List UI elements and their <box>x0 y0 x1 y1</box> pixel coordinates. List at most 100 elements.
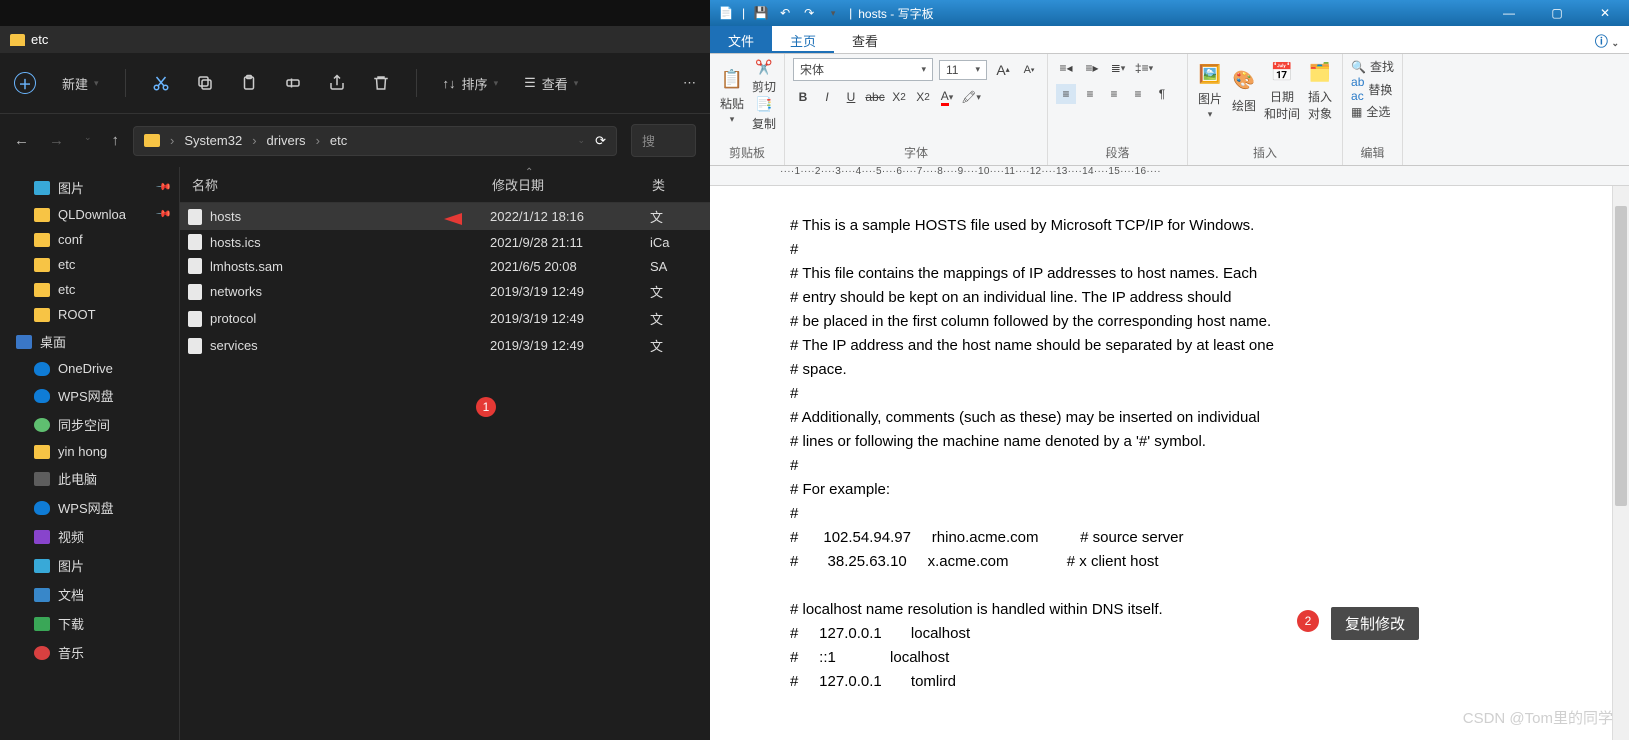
sidebar-item[interactable]: 视频 <box>0 522 179 551</box>
cut-button[interactable]: ✂️剪切 <box>752 58 776 95</box>
delete-button[interactable] <box>372 74 390 92</box>
insert-image-button[interactable]: 🖼️图片▾ <box>1196 60 1224 120</box>
shrink-font-button[interactable]: A▾ <box>1019 60 1039 80</box>
nav-up[interactable]: ↑ <box>112 132 120 149</box>
scrollbar-vertical[interactable] <box>1612 186 1629 740</box>
refresh-button[interactable]: ⟳ <box>595 133 606 149</box>
new-label[interactable]: 新建 ▾ <box>62 74 99 93</box>
help-button[interactable]: ⓘ ⌄ <box>1585 26 1629 53</box>
line-spacing-button[interactable]: ‡≡▾ <box>1134 58 1154 78</box>
save-icon[interactable]: 💾 <box>753 5 769 21</box>
align-center-button[interactable]: ≡ <box>1080 84 1100 104</box>
tab-file[interactable]: 文件 <box>710 26 772 53</box>
decrease-indent-button[interactable]: ≡◂ <box>1056 58 1076 78</box>
file-row[interactable]: networks2019/3/19 12:49文 <box>180 278 710 305</box>
underline-button[interactable]: U <box>841 87 861 107</box>
column-date[interactable]: 修改日期 <box>484 175 644 194</box>
undo-icon[interactable]: ↶ <box>777 5 793 21</box>
breadcrumb-item[interactable]: etc <box>330 133 347 148</box>
redo-icon[interactable]: ↷ <box>801 5 817 21</box>
tab-view[interactable]: 查看 <box>834 26 896 53</box>
sidebar-item[interactable]: WPS网盘 <box>0 381 179 410</box>
paragraph-settings-button[interactable]: ¶ <box>1152 84 1172 104</box>
file-row[interactable]: services2019/3/19 12:49文 <box>180 332 710 359</box>
qat-customize[interactable]: ▾ <box>825 5 841 21</box>
breadcrumb-item[interactable]: drivers <box>267 133 306 148</box>
sort-button[interactable]: ↑↓ 排序 ▾ <box>443 74 499 93</box>
sidebar-item[interactable]: 同步空间 <box>0 410 179 439</box>
address-dropdown[interactable]: ⌄ <box>578 135 586 146</box>
sidebar-icon <box>34 233 50 247</box>
sidebar-item[interactable]: 音乐 <box>0 638 179 667</box>
copy-button[interactable]: 📑复制 <box>752 95 776 132</box>
font-color-button[interactable]: A▾ <box>937 87 957 107</box>
strike-button[interactable]: abc <box>865 87 885 107</box>
file-icon <box>188 284 202 300</box>
close-button[interactable]: ✕ <box>1581 0 1629 26</box>
paste-button[interactable] <box>240 74 258 92</box>
qat-separator: | <box>742 6 745 20</box>
selectall-button[interactable]: ▦全选 <box>1351 103 1394 120</box>
sidebar-item[interactable]: yin hong <box>0 439 179 464</box>
sidebar-item[interactable]: OneDrive <box>0 356 179 381</box>
address-bar[interactable]: › System32 › drivers › etc ⌄ ⟳ <box>133 126 617 156</box>
minimize-button[interactable]: — <box>1485 0 1533 26</box>
sidebar-label: 图片 <box>58 178 84 197</box>
new-button[interactable]: ＋ <box>14 72 36 94</box>
replace-button[interactable]: abac替换 <box>1351 75 1394 103</box>
sidebar-item[interactable]: 桌面 <box>0 327 179 356</box>
scrollbar-thumb[interactable] <box>1615 206 1627 506</box>
font-family-select[interactable]: 宋体▾ <box>793 58 933 81</box>
grow-font-button[interactable]: A▴ <box>993 60 1013 80</box>
bullet-list-button[interactable]: ≣▾ <box>1108 58 1128 78</box>
sidebar-item[interactable]: 图片 <box>0 173 179 202</box>
insert-object-button[interactable]: 🗂️插入 对象 <box>1306 58 1334 122</box>
sidebar-item[interactable]: 此电脑 <box>0 464 179 493</box>
sidebar-item[interactable]: QLDownloa <box>0 202 179 227</box>
copy-button[interactable] <box>196 74 214 92</box>
font-size-select[interactable]: 11▾ <box>939 60 987 80</box>
insert-date-button[interactable]: 📅日期 和时间 <box>1264 58 1300 122</box>
justify-button[interactable]: ≡ <box>1128 84 1148 104</box>
align-left-button[interactable]: ≡ <box>1056 84 1076 104</box>
italic-button[interactable]: I <box>817 87 837 107</box>
sidebar-item[interactable]: conf <box>0 227 179 252</box>
highlight-button[interactable]: 🖍▾ <box>961 87 981 107</box>
nav-back[interactable]: ← <box>14 132 29 149</box>
sidebar-item[interactable]: ROOT <box>0 302 179 327</box>
nav-recent[interactable]: ⌄ <box>84 132 92 149</box>
file-row[interactable]: hosts2022/1/12 18:16文 <box>180 203 710 230</box>
maximize-button[interactable]: ▢ <box>1533 0 1581 26</box>
paste-button[interactable]: 📋 粘贴 ▾ <box>718 65 746 125</box>
share-button[interactable] <box>328 74 346 92</box>
sidebar-item[interactable]: etc <box>0 277 179 302</box>
column-type[interactable]: 类 <box>644 175 706 194</box>
align-right-button[interactable]: ≡ <box>1104 84 1124 104</box>
explorer-tab[interactable]: etc <box>0 26 710 53</box>
insert-draw-button[interactable]: 🎨绘图 <box>1230 67 1258 114</box>
file-row[interactable]: protocol2019/3/19 12:49文 <box>180 305 710 332</box>
search-input[interactable]: 搜 <box>631 124 696 157</box>
subscript-button[interactable]: X2 <box>889 87 909 107</box>
rename-button[interactable] <box>284 74 302 92</box>
more-button[interactable]: ⋯ <box>683 75 696 91</box>
breadcrumb-item[interactable]: System32 <box>184 133 242 148</box>
bold-button[interactable]: B <box>793 87 813 107</box>
superscript-button[interactable]: X2 <box>913 87 933 107</box>
column-name[interactable]: 名称 <box>184 175 484 194</box>
find-button[interactable]: 🔍查找 <box>1351 58 1394 75</box>
sidebar-item[interactable]: 图片 <box>0 551 179 580</box>
view-button[interactable]: ☰ 查看 ▾ <box>524 74 578 93</box>
sidebar-item[interactable]: etc <box>0 252 179 277</box>
sidebar-item[interactable]: 文档 <box>0 580 179 609</box>
tab-home[interactable]: 主页 <box>772 26 834 53</box>
file-row[interactable]: hosts.ics2021/9/28 21:11iCa <box>180 230 710 254</box>
increase-indent-button[interactable]: ≡▸ <box>1082 58 1102 78</box>
nav-forward[interactable]: → <box>49 132 64 149</box>
sidebar-item[interactable]: WPS网盘 <box>0 493 179 522</box>
cut-button[interactable] <box>152 74 170 92</box>
document-body[interactable]: # This is a sample HOSTS file used by Mi… <box>710 186 1629 740</box>
file-row[interactable]: lmhosts.sam2021/6/5 20:08SA <box>180 254 710 278</box>
ruler[interactable]: ····1····2····3····4····5····6····7····8… <box>710 166 1629 186</box>
sidebar-item[interactable]: 下载 <box>0 609 179 638</box>
